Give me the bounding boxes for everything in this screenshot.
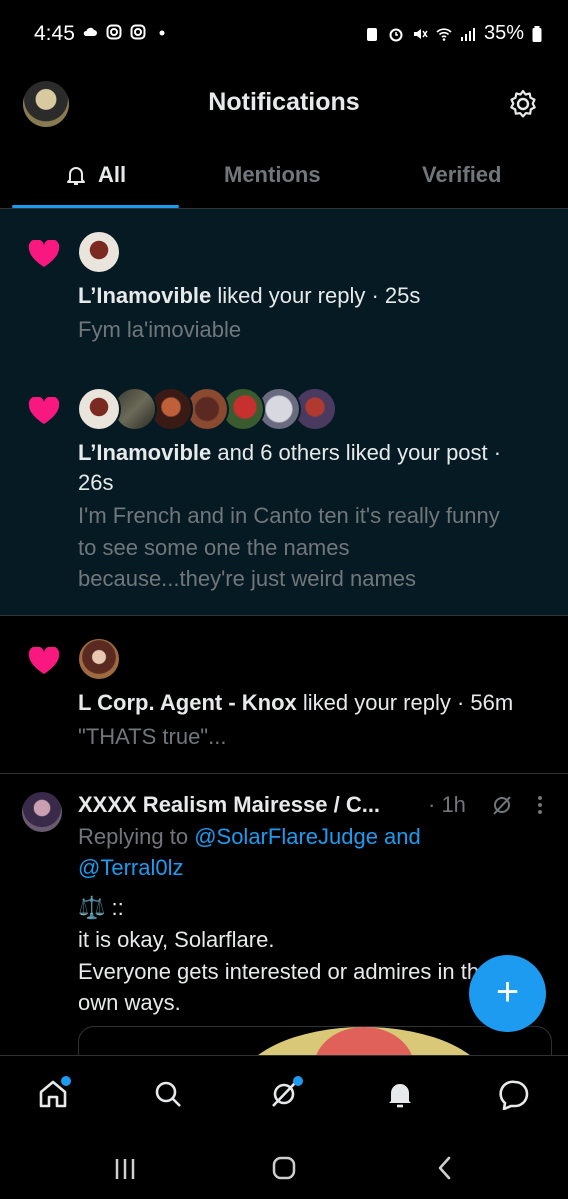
gear-icon[interactable] — [507, 88, 539, 120]
status-time: 4:45 — [34, 22, 75, 45]
status-left-icons — [82, 24, 170, 40]
grok-notification-dot — [293, 1076, 303, 1086]
replying-prefix: Replying to — [78, 824, 195, 849]
tab-verified[interactable]: Verified — [422, 162, 501, 188]
notification-tabs: All Mentions Verified — [0, 150, 568, 209]
notification-snippet-line: because...they're just weird names — [78, 566, 417, 591]
reply-emoji-line: ⚖️ :: — [78, 895, 124, 920]
page-title: Notifications — [208, 88, 360, 116]
notification-item[interactable]: L Corp. Agent - Knox liked your reply · … — [0, 616, 568, 774]
avatar[interactable] — [77, 387, 121, 431]
mention-link[interactable]: @SolarFlareJudge and — [194, 824, 421, 849]
heart-icon — [28, 647, 60, 674]
grok-icon[interactable] — [490, 793, 514, 817]
reply-header: XXXX Realism Mairesse / C... — [78, 789, 380, 821]
notification-text: L’Inamovible and 6 others liked your pos… — [78, 437, 501, 469]
more-icon[interactable] — [534, 793, 546, 817]
user-name[interactable]: L’Inamovible — [78, 283, 211, 308]
user-name[interactable]: L’Inamovible — [78, 440, 211, 465]
notification-text: L Corp. Agent - Knox liked your reply · … — [78, 687, 513, 719]
mute-icon — [413, 28, 428, 39]
notification-snippet-line: to see some one the names — [78, 535, 350, 560]
heart-icon — [28, 240, 60, 267]
back-icon[interactable] — [433, 1155, 457, 1181]
avatar[interactable] — [77, 230, 121, 274]
notification-text: L’Inamovible liked your reply · 25s — [78, 280, 420, 312]
alarm-icon — [389, 28, 403, 41]
home-button-icon[interactable] — [271, 1155, 297, 1181]
search-icon[interactable] — [152, 1078, 184, 1110]
heart-icon — [28, 397, 60, 424]
avatar[interactable] — [20, 790, 64, 834]
replying-to: Replying to @SolarFlareJudge and — [78, 821, 421, 853]
notification-item[interactable]: L’Inamovible liked your reply · 25s Fym … — [0, 209, 568, 367]
tab-mentions[interactable]: Mentions — [224, 162, 321, 188]
notification-time: 26s — [78, 470, 114, 495]
reply-body-line: own ways. — [78, 990, 181, 1015]
notification-snippet-line: I'm French and in Canto ten it's really … — [78, 503, 500, 528]
cloud-icon — [83, 27, 97, 36]
reply-body-line: Everyone gets interested or admires in t… — [78, 959, 504, 984]
user-name[interactable]: L Corp. Agent - Knox — [78, 690, 297, 715]
reply-body-line: it is okay, Solarflare. — [78, 927, 275, 952]
wifi-icon — [436, 27, 452, 41]
compose-plus: + — [495, 970, 520, 1014]
notification-snippet: Fym la'imoviable — [78, 317, 242, 342]
active-tab-indicator — [12, 205, 179, 208]
system-nav-bar — [0, 1137, 568, 1199]
bottom-tab-bar — [0, 1055, 568, 1138]
avatar[interactable] — [77, 637, 121, 681]
notification-item[interactable]: L’Inamovible and 6 others liked your pos… — [0, 366, 568, 616]
notification-action: liked your reply · 56m — [296, 690, 514, 715]
battery-percent: 35% — [483, 22, 524, 44]
bell-icon — [67, 167, 85, 185]
messages-icon[interactable] — [499, 1078, 531, 1110]
instagram-icon — [130, 24, 146, 40]
compose-button[interactable]: + — [469, 955, 546, 1032]
battery-icon — [532, 25, 542, 42]
status-bar: 4:45 35% — [0, 0, 568, 70]
reply-author[interactable]: XXXX Realism Mairesse / C... — [78, 792, 380, 817]
dot-icon — [159, 30, 165, 36]
status-right: 35% — [364, 22, 542, 45]
mention-link[interactable]: @Terral0lz — [78, 852, 183, 884]
tab-all[interactable]: All — [64, 162, 126, 188]
recent-apps-icon[interactable] — [113, 1157, 137, 1181]
home-notification-dot — [61, 1076, 71, 1086]
notification-action: liked your reply · 25s — [211, 283, 421, 308]
notification-snippet: "THATS true"... — [78, 724, 227, 749]
instagram-icon — [106, 24, 122, 40]
signal-icon — [460, 27, 475, 41]
battery-saver-icon — [366, 27, 377, 41]
tab-all-label: All — [98, 162, 127, 187]
notification-action: and 6 others liked your post · — [211, 440, 502, 465]
bell-icon[interactable] — [384, 1078, 416, 1110]
reply-time: · 1h — [428, 792, 466, 817]
